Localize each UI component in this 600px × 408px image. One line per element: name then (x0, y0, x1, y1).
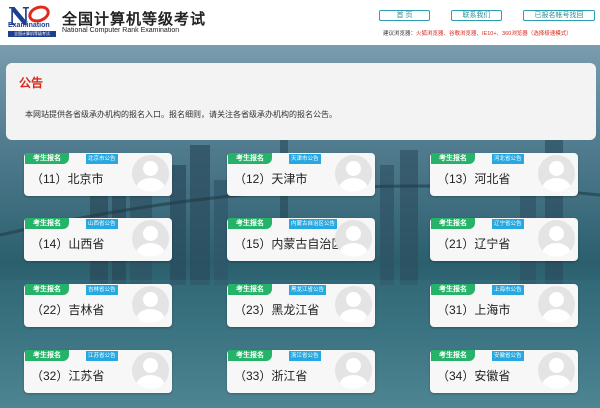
province-name[interactable]: （15）内蒙古自治区 (234, 235, 343, 252)
province-card[interactable]: 考生报名 内蒙古自治区公告 （15）内蒙古自治区 (227, 218, 375, 261)
province-card[interactable]: 考生报名 北京市公告 （11）北京市 (24, 153, 172, 196)
site-subtitle: National Computer Rank Examination (62, 27, 180, 34)
register-badge: 考生报名 (25, 350, 69, 361)
register-badge: 考生报名 (228, 218, 272, 229)
province-name[interactable]: （32）江苏省 (31, 367, 104, 384)
register-badge: 考生报名 (431, 350, 475, 361)
avatar-icon (538, 286, 575, 323)
site-title: 全国计算机等级考试 (62, 11, 207, 28)
province-name[interactable]: （12）天津市 (234, 170, 307, 187)
avatar-icon (335, 220, 372, 257)
province-card[interactable]: 考生报名 黑龙江省公告 （23）黑龙江省 (227, 284, 375, 327)
announcement-tag[interactable]: 浙江省公告 (289, 351, 321, 361)
province-name[interactable]: （23）黑龙江省 (234, 301, 319, 318)
announcement-tag[interactable]: 河北省公告 (492, 154, 524, 164)
province-card[interactable]: 考生报名 河北省公告 （13）河北省 (430, 153, 578, 196)
register-badge: 考生报名 (431, 153, 475, 164)
avatar-icon (132, 352, 169, 389)
province-card[interactable]: 考生报名 山西省公告 （14）山西省 (24, 218, 172, 261)
header: N Examination 全国计算机等级考试 全国计算机等级考试 Nation… (0, 0, 600, 45)
announcement-tag[interactable]: 黑龙江省公告 (289, 285, 327, 295)
notice-title: 公告 (19, 76, 44, 90)
announcement-tag[interactable]: 上海市公告 (492, 285, 524, 295)
announcement-tag[interactable]: 山西省公告 (86, 219, 118, 229)
announcement-tag[interactable]: 辽宁省公告 (492, 219, 524, 229)
avatar-icon (132, 220, 169, 257)
province-name[interactable]: （11）北京市 (31, 170, 103, 187)
province-card[interactable]: 考生报名 辽宁省公告 （21）辽宁省 (430, 218, 578, 261)
announcement-tag[interactable]: 内蒙古自治区公告 (289, 219, 338, 229)
notice-text: 本网站提供各省级承办机构的报名入口。报名细则，请关注各省级承办机构的报名公告。 (25, 110, 337, 119)
register-badge: 考生报名 (228, 350, 272, 361)
province-card[interactable]: 考生报名 上海市公告 （31）上海市 (430, 284, 578, 327)
announcement-tag[interactable]: 吉林省公告 (86, 285, 118, 295)
province-card[interactable]: 考生报名 吉林省公告 （22）吉林省 (24, 284, 172, 327)
avatar-icon (538, 352, 575, 389)
announcement-tag[interactable]: 江苏省公告 (86, 351, 118, 361)
announcement-tag[interactable]: 天津市公告 (289, 154, 321, 164)
contact-us-button[interactable]: 联系我们 (451, 10, 502, 21)
province-name[interactable]: （31）上海市 (437, 301, 510, 318)
browser-tip-list: 火狐浏览器、谷歌浏览器、IE10+、360浏览器（选择极速模式） (416, 31, 572, 37)
logo-examination-text: Examination (8, 22, 50, 29)
province-card[interactable]: 考生报名 浙江省公告 （33）浙江省 (227, 350, 375, 393)
logo-subtitle: 全国计算机等级考试 (8, 31, 56, 37)
register-badge: 考生报名 (431, 218, 475, 229)
province-name[interactable]: （13）河北省 (437, 170, 510, 187)
ncre-logo[interactable]: N Examination 全国计算机等级考试 (8, 2, 58, 38)
register-badge: 考生报名 (25, 153, 69, 164)
avatar-icon (538, 220, 575, 257)
province-name[interactable]: （33）浙江省 (234, 367, 307, 384)
avatar-icon (132, 155, 169, 192)
province-card[interactable]: 考生报名 安徽省公告 （34）安徽省 (430, 350, 578, 393)
avatar-icon (132, 286, 169, 323)
avatar-icon (335, 352, 372, 389)
avatar-icon (335, 286, 372, 323)
register-badge: 考生报名 (25, 284, 69, 295)
register-badge: 考生报名 (431, 284, 475, 295)
province-name[interactable]: （21）辽宁省 (437, 235, 510, 252)
browser-tip-label: 建议浏览器： (383, 31, 417, 37)
avatar-icon (335, 155, 372, 192)
browser-tip: 建议浏览器：火狐浏览器、谷歌浏览器、IE10+、360浏览器（选择极速模式） (383, 29, 572, 37)
avatar-icon (538, 155, 575, 192)
register-badge: 考生报名 (228, 284, 272, 295)
account-recovery-button[interactable]: 已报名帐号找回 (523, 10, 595, 21)
province-name[interactable]: （34）安徽省 (437, 367, 510, 384)
home-button[interactable]: 首 页 (379, 10, 430, 21)
notice-panel: 公告 本网站提供各省级承办机构的报名入口。报名细则，请关注各省级承办机构的报名公… (6, 63, 596, 140)
register-badge: 考生报名 (25, 218, 69, 229)
register-badge: 考生报名 (228, 153, 272, 164)
city-background: 公告 本网站提供各省级承办机构的报名入口。报名细则，请关注各省级承办机构的报名公… (0, 45, 600, 408)
announcement-tag[interactable]: 安徽省公告 (492, 351, 524, 361)
province-name[interactable]: （14）山西省 (31, 235, 104, 252)
province-card[interactable]: 考生报名 天津市公告 （12）天津市 (227, 153, 375, 196)
province-card[interactable]: 考生报名 江苏省公告 （32）江苏省 (24, 350, 172, 393)
announcement-tag[interactable]: 北京市公告 (86, 154, 118, 164)
province-name[interactable]: （22）吉林省 (31, 301, 104, 318)
